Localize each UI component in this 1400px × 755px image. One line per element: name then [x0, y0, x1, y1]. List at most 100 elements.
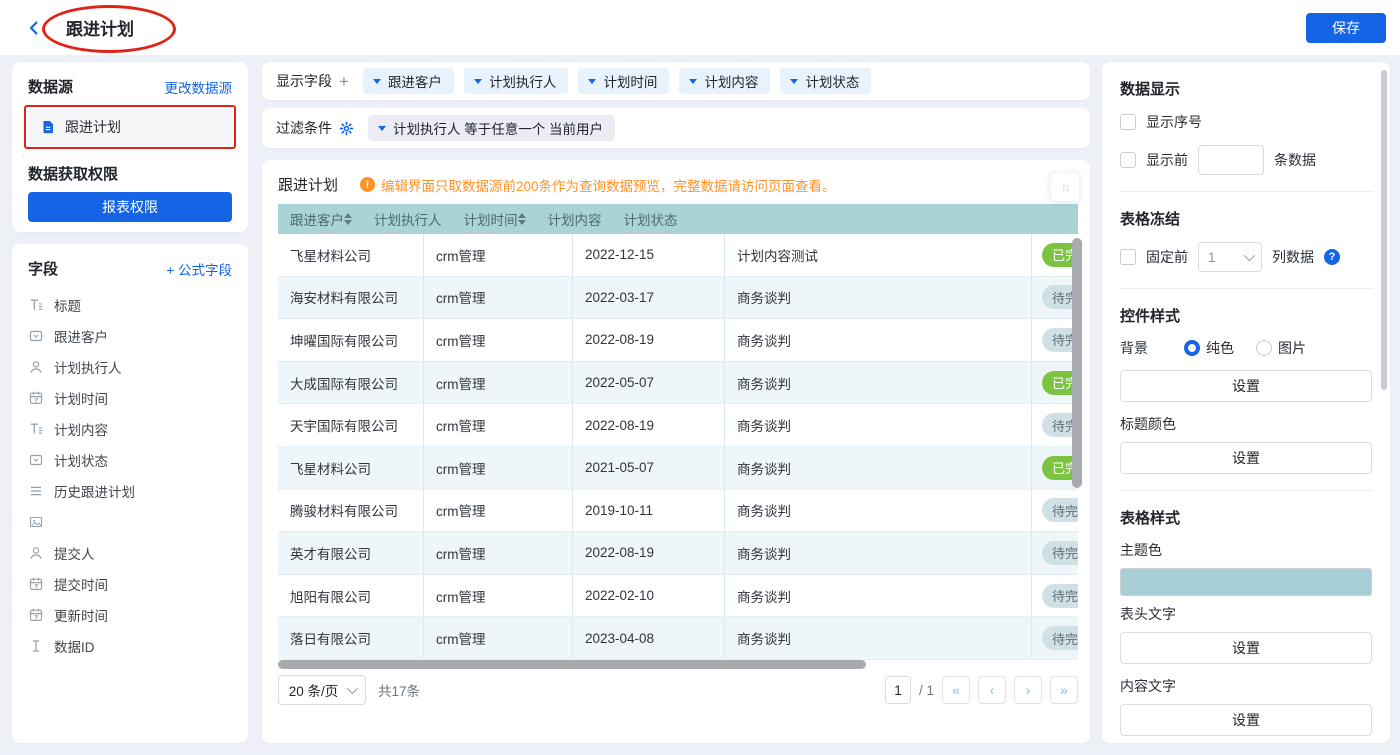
cell-date: 2019-10-11: [573, 490, 725, 532]
document-icon: [40, 119, 56, 135]
filter-bar: 过滤条件 计划执行人 等于任意一个 当前用户: [262, 108, 1090, 148]
cell-date: 2022-08-19: [573, 319, 725, 361]
display-field-chip[interactable]: 跟进客户: [363, 68, 454, 94]
freeze-col-select[interactable]: 1: [1198, 242, 1262, 272]
divider: [1120, 191, 1372, 208]
column-header[interactable]: 计划内容: [536, 204, 612, 234]
table-row[interactable]: 坤曜国际有限公司 crm管理 2022-08-19 商务谈判 待完成: [278, 319, 1078, 362]
field-item[interactable]: 提交人: [28, 537, 232, 568]
display-field-chip[interactable]: 计划时间: [578, 68, 669, 94]
page-nav-button[interactable]: ›: [1014, 676, 1042, 704]
page-size-value: 20 条/页: [289, 680, 339, 700]
show-first-checkbox[interactable]: [1120, 152, 1136, 168]
chip-label: 计划执行人: [489, 71, 557, 91]
title-color-set-button[interactable]: 设置: [1120, 442, 1372, 474]
page-nav-button[interactable]: ‹: [978, 676, 1006, 704]
table-body: 飞星材料公司 crm管理 2022-12-15 计划内容测试 已完成 海安材料有…: [278, 234, 1078, 660]
cell-content: 商务谈判: [725, 277, 1032, 319]
datasource-title: 数据源: [28, 76, 73, 97]
field-item[interactable]: [28, 506, 232, 537]
page-input[interactable]: 1: [885, 676, 911, 704]
table-row[interactable]: 旭阳有限公司 crm管理 2022-02-10 商务谈判 待完成: [278, 575, 1078, 618]
background-set-button[interactable]: 设置: [1120, 370, 1372, 402]
field-label: 更新时间: [54, 605, 108, 625]
row-count-input[interactable]: [1198, 145, 1264, 175]
help-icon[interactable]: ?: [1324, 249, 1340, 265]
table-row[interactable]: 飞星材料公司 crm管理 2022-12-15 计划内容测试 已完成: [278, 234, 1078, 277]
column-header[interactable]: 计划状态: [612, 204, 688, 234]
solid-color-radio[interactable]: [1184, 340, 1200, 356]
back-icon[interactable]: [26, 20, 42, 36]
field-item[interactable]: 跟进客户: [28, 320, 232, 351]
field-item[interactable]: 数据ID: [28, 630, 232, 661]
cell-date: 2021-05-07: [573, 447, 725, 489]
table-row[interactable]: 英才有限公司 crm管理 2022-08-19 商务谈判 待完成: [278, 532, 1078, 575]
display-field-chip[interactable]: 计划执行人: [464, 68, 569, 94]
field-item[interactable]: 计划内容: [28, 413, 232, 444]
field-item[interactable]: 标题: [28, 289, 232, 320]
chevron-down-icon: [378, 126, 386, 131]
panel-scrollbar[interactable]: [1381, 70, 1387, 390]
field-item[interactable]: 计划时间: [28, 382, 232, 413]
vertical-scrollbar[interactable]: [1072, 238, 1082, 488]
page-nav-button[interactable]: »: [1050, 676, 1078, 704]
sort-order-button[interactable]: ↑↓: [1050, 172, 1080, 202]
change-datasource-link[interactable]: 更改数据源: [165, 77, 233, 97]
page-size-select[interactable]: 20 条/页: [278, 675, 366, 705]
add-formula-field-link[interactable]: + 公式字段: [166, 259, 232, 279]
datasource-item[interactable]: 跟进计划: [28, 109, 232, 145]
cell-content: 商务谈判: [725, 447, 1032, 489]
header-text-set-button[interactable]: 设置: [1120, 632, 1372, 664]
sort-arrows-icon[interactable]: [518, 213, 526, 225]
table-row[interactable]: 腾骏材料有限公司 crm管理 2019-10-11 商务谈判 待完成: [278, 490, 1078, 533]
column-header[interactable]: 计划执行人: [362, 204, 452, 234]
solid-color-label: 纯色: [1206, 338, 1234, 358]
divider: [1120, 288, 1372, 305]
display-field-chips: 跟进客户 计划执行人 计划时间 计划内容 计划状态: [363, 68, 872, 94]
content-text-set-button[interactable]: 设置: [1120, 704, 1372, 736]
freeze-checkbox[interactable]: [1120, 249, 1136, 265]
show-first-label: 显示前: [1146, 150, 1188, 170]
field-type-icon: [28, 328, 44, 344]
cell-content: 商务谈判: [725, 617, 1032, 659]
table-row[interactable]: 飞星材料公司 crm管理 2021-05-07 商务谈判 已完成: [278, 447, 1078, 490]
field-type-icon: [28, 514, 44, 530]
preview-notice: ! 编辑界面只取数据源前200条作为查询数据预览，完整数据请访问页面查看。: [360, 175, 836, 195]
warning-icon: !: [360, 177, 375, 192]
cell-customer: 坤曜国际有限公司: [278, 319, 424, 361]
add-display-field-button[interactable]: +: [339, 73, 349, 90]
report-permission-button[interactable]: 报表权限: [28, 192, 232, 222]
field-item[interactable]: 提交时间: [28, 568, 232, 599]
horizontal-scrollbar[interactable]: [278, 660, 866, 669]
cell-customer: 飞星材料公司: [278, 234, 424, 276]
page-nav-button[interactable]: «: [942, 676, 970, 704]
column-header[interactable]: 计划时间: [452, 204, 536, 234]
table-row[interactable]: 落日有限公司 crm管理 2023-04-08 商务谈判 待完成: [278, 617, 1078, 660]
gear-icon[interactable]: [339, 121, 354, 136]
field-item[interactable]: 计划执行人: [28, 351, 232, 382]
column-header[interactable]: 跟进客户: [278, 204, 362, 234]
field-item[interactable]: 历史跟进计划: [28, 475, 232, 506]
title-color-label: 标题颜色: [1120, 414, 1372, 434]
field-item[interactable]: 计划状态: [28, 444, 232, 475]
image-radio[interactable]: [1256, 340, 1272, 356]
theme-color-swatch[interactable]: [1120, 568, 1372, 596]
chevron-down-icon: [474, 79, 482, 84]
status-badge: 待完成: [1042, 541, 1078, 565]
datasource-item-label: 跟进计划: [65, 117, 121, 137]
fields-panel: 字段 + 公式字段 标题 跟进客户 计划执行人 计划时间 计划内容 计划状态: [12, 244, 248, 743]
table-row[interactable]: 大成国际有限公司 crm管理 2022-05-07 商务谈判 已完成: [278, 362, 1078, 405]
image-label: 图片: [1278, 338, 1306, 358]
table-row[interactable]: 天宇国际有限公司 crm管理 2022-08-19 商务谈判 待完成: [278, 404, 1078, 447]
filter-chip[interactable]: 计划执行人 等于任意一个 当前用户: [368, 115, 615, 141]
fields-title: 字段: [28, 258, 58, 279]
save-button[interactable]: 保存: [1306, 13, 1386, 43]
sort-arrows-icon[interactable]: [344, 213, 352, 225]
field-item[interactable]: 更新时间: [28, 599, 232, 630]
permission-title: 数据获取权限: [28, 163, 232, 184]
table-row[interactable]: 海安材料有限公司 crm管理 2022-03-17 商务谈判 待完成: [278, 277, 1078, 320]
show-index-checkbox[interactable]: [1120, 114, 1136, 130]
cell-executor: crm管理: [424, 234, 573, 276]
display-field-chip[interactable]: 计划内容: [679, 68, 770, 94]
display-field-chip[interactable]: 计划状态: [780, 68, 871, 94]
